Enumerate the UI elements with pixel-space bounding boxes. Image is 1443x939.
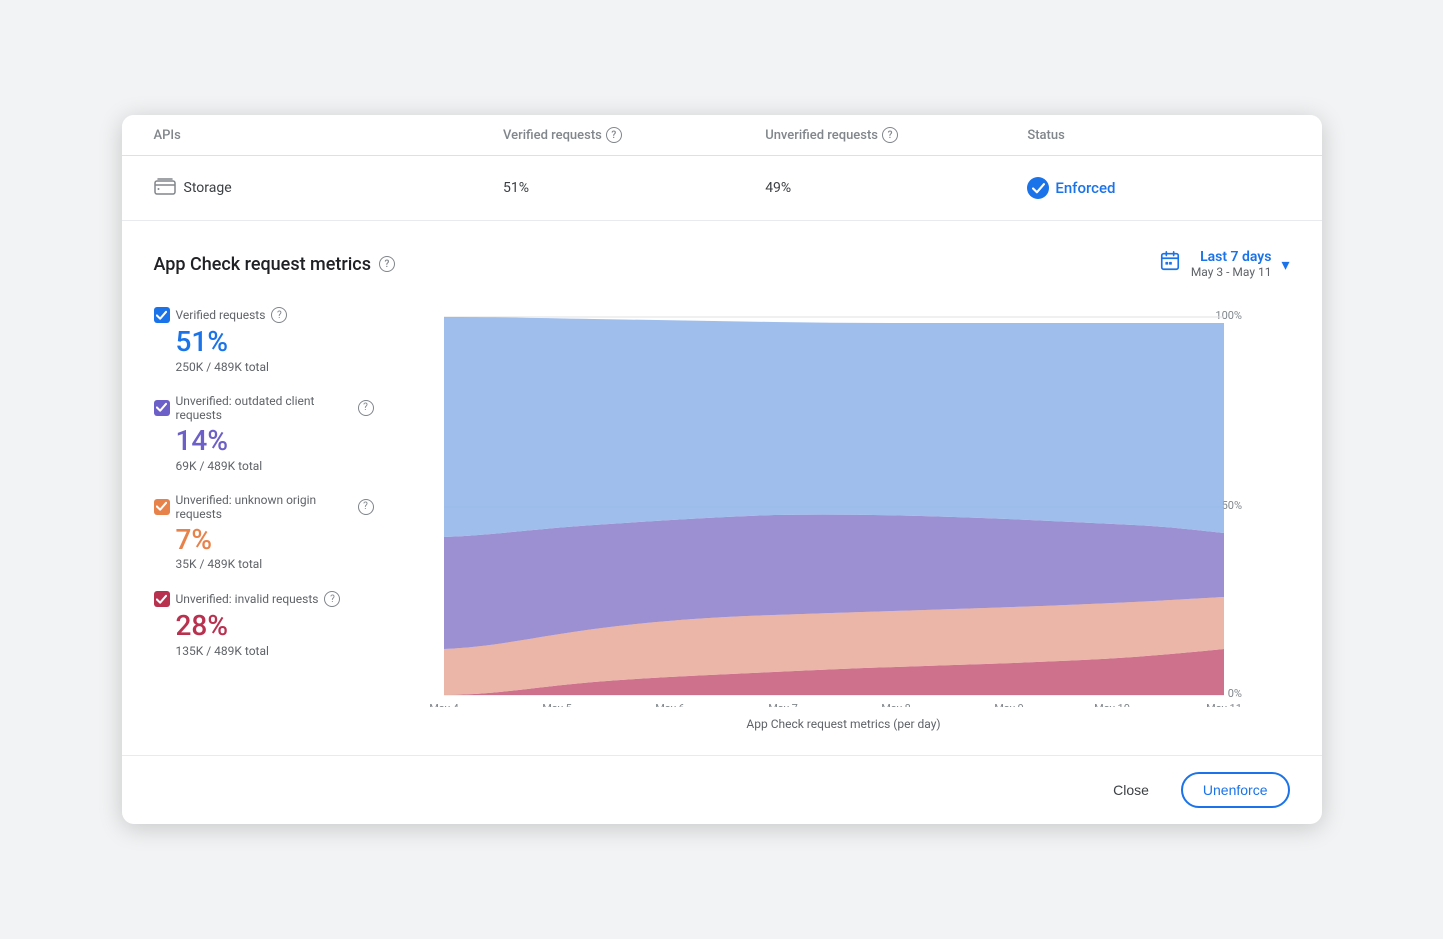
svg-text:May 11: May 11 [1206,702,1242,707]
legend-item-invalid: Unverified: invalid requests ? 28% 135K … [154,591,374,658]
storage-icon [154,176,176,200]
chart-area: Verified requests ? 51% 250K / 489K tota… [154,307,1290,731]
verified-pct: 51% [503,180,765,196]
svg-text:May 4: May 4 [429,702,459,707]
legend-help-verified[interactable]: ? [271,307,287,323]
legend-item-outdated: Unverified: outdated client requests ? 1… [154,394,374,473]
svg-text:May 10: May 10 [1094,702,1130,707]
legend: Verified requests ? 51% 250K / 489K tota… [154,307,374,658]
svg-text:May 8: May 8 [881,702,911,707]
legend-pct-unknown: 7% [176,525,374,556]
date-info: Last 7 days May 3 - May 11 [1191,249,1272,279]
chart-svg: 100% 50% 0% [398,307,1290,707]
svg-text:50%: 50% [1221,499,1241,512]
legend-label-unknown: Unverified: unknown origin requests [176,493,352,521]
legend-label-outdated: Unverified: outdated client requests [176,394,352,422]
legend-item-verified: Verified requests ? 51% 250K / 489K tota… [154,307,374,374]
chart-wrapper: 100% 50% 0% [398,307,1290,731]
date-range-sub: May 3 - May 11 [1191,265,1272,279]
storage-name: Storage [184,180,232,196]
chevron-down-icon: ▾ [1281,255,1289,274]
legend-label-verified: Verified requests [176,308,266,322]
storage-name-cell: Storage [154,176,504,200]
legend-checkbox-verified[interactable] [154,307,170,323]
legend-pct-verified: 51% [176,327,374,358]
verified-help-icon[interactable]: ? [606,127,622,143]
metrics-title: App Check request metrics ? [154,254,395,275]
metrics-help-icon[interactable]: ? [379,256,395,272]
legend-help-unknown[interactable]: ? [358,499,374,515]
dialog-footer: Close Unenforce [122,755,1322,824]
unverified-pct: 49% [765,180,1027,196]
legend-pct-outdated: 14% [176,426,374,457]
legend-help-outdated[interactable]: ? [358,400,374,416]
storage-row: Storage 51% 49% Enforced [122,156,1322,221]
svg-text:0%: 0% [1227,687,1241,700]
calendar-icon [1159,250,1181,278]
area-verified [444,317,1224,537]
legend-checkbox-unknown[interactable] [154,499,170,515]
col-verified: Verified requests ? [503,127,765,143]
svg-text:May 6: May 6 [655,702,685,707]
svg-text:May 7: May 7 [768,702,798,707]
legend-count-outdated: 69K / 489K total [176,459,374,473]
legend-label-invalid: Unverified: invalid requests [176,592,319,606]
metrics-header: App Check request metrics ? Last 7 days … [154,249,1290,279]
enforced-check-icon [1027,177,1049,199]
table-header: APIs Verified requests ? Unverified requ… [122,115,1322,156]
status-cell: Enforced [1027,177,1289,199]
legend-count-verified: 250K / 489K total [176,360,374,374]
dialog: APIs Verified requests ? Unverified requ… [122,115,1322,824]
legend-checkbox-outdated[interactable] [154,400,170,416]
chart-x-label: App Check request metrics (per day) [398,717,1290,731]
col-apis: APIs [154,127,504,143]
metrics-section: App Check request metrics ? Last 7 days … [122,221,1322,755]
enforced-label: Enforced [1055,179,1115,197]
chart-svg-container: 100% 50% 0% [398,307,1290,711]
col-unverified: Unverified requests ? [765,127,1027,143]
legend-checkbox-invalid[interactable] [154,591,170,607]
legend-count-unknown: 35K / 489K total [176,557,374,571]
col-status: Status [1027,127,1289,143]
svg-text:100%: 100% [1215,309,1242,322]
date-range-label: Last 7 days [1191,249,1272,265]
legend-count-invalid: 135K / 489K total [176,644,374,658]
unenforce-button[interactable]: Unenforce [1181,772,1290,808]
legend-item-unknown: Unverified: unknown origin requests ? 7%… [154,493,374,572]
svg-text:May 9: May 9 [994,702,1024,707]
close-button[interactable]: Close [1093,774,1169,806]
legend-help-invalid[interactable]: ? [324,591,340,607]
unverified-help-icon[interactable]: ? [882,127,898,143]
svg-text:May 5: May 5 [542,702,572,707]
date-picker[interactable]: Last 7 days May 3 - May 11 ▾ [1159,249,1290,279]
legend-pct-invalid: 28% [176,611,374,642]
